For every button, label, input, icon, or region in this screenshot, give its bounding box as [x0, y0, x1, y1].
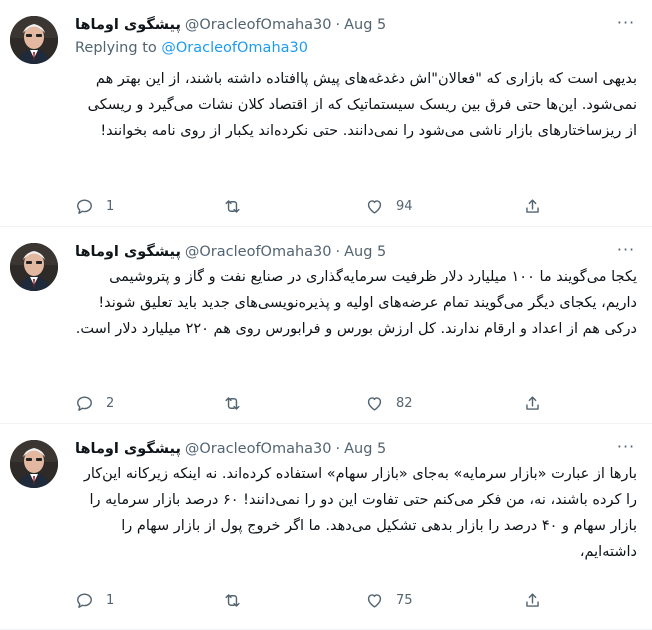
like-button[interactable]: 75 [365, 591, 413, 610]
tweet-date[interactable]: Aug 5 [344, 17, 386, 33]
display-name[interactable]: پیشگوی اوماها [75, 441, 181, 457]
tweet-date[interactable]: Aug 5 [344, 441, 386, 457]
user-handle[interactable]: @OracleofOmaha30 [185, 17, 332, 33]
retweet-button[interactable] [223, 591, 254, 610]
reply-icon [77, 395, 92, 411]
heart-icon [367, 593, 382, 608]
share-button[interactable] [523, 197, 542, 216]
replying-to-label: Replying to [75, 40, 157, 56]
heart-icon [367, 396, 382, 411]
reply-icon [77, 198, 92, 214]
tweet-date[interactable]: Aug 5 [344, 244, 386, 260]
retweet-icon [225, 199, 240, 213]
reply-button[interactable]: 1 [75, 197, 114, 216]
tweet-actions: 1 75 [75, 588, 555, 612]
display-name[interactable]: پیشگوی اوماها [75, 17, 181, 33]
retweet-icon [225, 396, 240, 410]
retweet-icon [225, 593, 240, 607]
replying-to-handle-link[interactable]: @OracleofOmaha30 [161, 40, 308, 56]
tweet-text: بارها از عبارت «بازار سرمایه» به‌جای «با… [83, 466, 637, 560]
tweet-actions: 1 94 [75, 194, 555, 218]
user-handle[interactable]: @OracleofOmaha30 [185, 244, 332, 260]
avatar-image [10, 16, 58, 64]
user-handle[interactable]: @OracleofOmaha30 [185, 441, 332, 457]
heart-icon [367, 199, 382, 214]
timeline: پیشگوی اوماها @OracleofOmaha30 · Aug 5 ·… [0, 0, 652, 630]
retweet-button[interactable] [223, 394, 254, 413]
tweet[interactable]: پیشگوی اوماها @OracleofOmaha30 · Aug 5 ·… [0, 424, 652, 630]
separator-dot: · [335, 441, 341, 457]
separator-dot: · [335, 244, 341, 260]
retweet-button[interactable] [223, 197, 254, 216]
like-count: 82 [396, 395, 413, 411]
replying-to: Replying to @OracleofOmaha30 [75, 40, 308, 62]
avatar[interactable] [10, 440, 58, 488]
share-button[interactable] [523, 394, 542, 413]
separator-dot: · [335, 17, 341, 33]
tweet[interactable]: پیشگوی اوماها @OracleofOmaha30 · Aug 5 ·… [0, 0, 652, 227]
reply-count: 1 [106, 592, 115, 608]
share-button[interactable] [523, 591, 542, 610]
tweet-actions: 2 82 [75, 391, 555, 415]
reply-count: 2 [106, 395, 115, 411]
avatar-image [10, 243, 58, 291]
more-options-icon[interactable]: ··· [614, 241, 638, 263]
share-icon [526, 592, 539, 607]
reply-count: 1 [106, 198, 115, 214]
tweet-text: یکجا می‌گویند ما ۱۰۰ میلیارد دلار ظرفیت … [75, 269, 637, 337]
share-icon [526, 198, 539, 213]
like-count: 75 [396, 592, 413, 608]
display-name[interactable]: پیشگوی اوماها [75, 244, 181, 260]
reply-button[interactable]: 2 [75, 394, 114, 413]
tweet-text: بدیهی است که بازاری که "فعالان"اش دغدغه‌… [87, 71, 637, 139]
share-icon [526, 395, 539, 410]
like-count: 94 [396, 198, 413, 214]
more-options-icon[interactable]: ··· [614, 438, 638, 460]
reply-icon [77, 592, 92, 608]
tweet[interactable]: پیشگوی اوماها @OracleofOmaha30 · Aug 5 ·… [0, 227, 652, 424]
avatar-image [10, 440, 58, 488]
reply-button[interactable]: 1 [75, 591, 114, 610]
more-options-icon[interactable]: ··· [614, 14, 638, 36]
avatar[interactable] [10, 243, 58, 291]
avatar[interactable] [10, 16, 58, 64]
like-button[interactable]: 82 [365, 394, 413, 413]
like-button[interactable]: 94 [365, 197, 413, 216]
